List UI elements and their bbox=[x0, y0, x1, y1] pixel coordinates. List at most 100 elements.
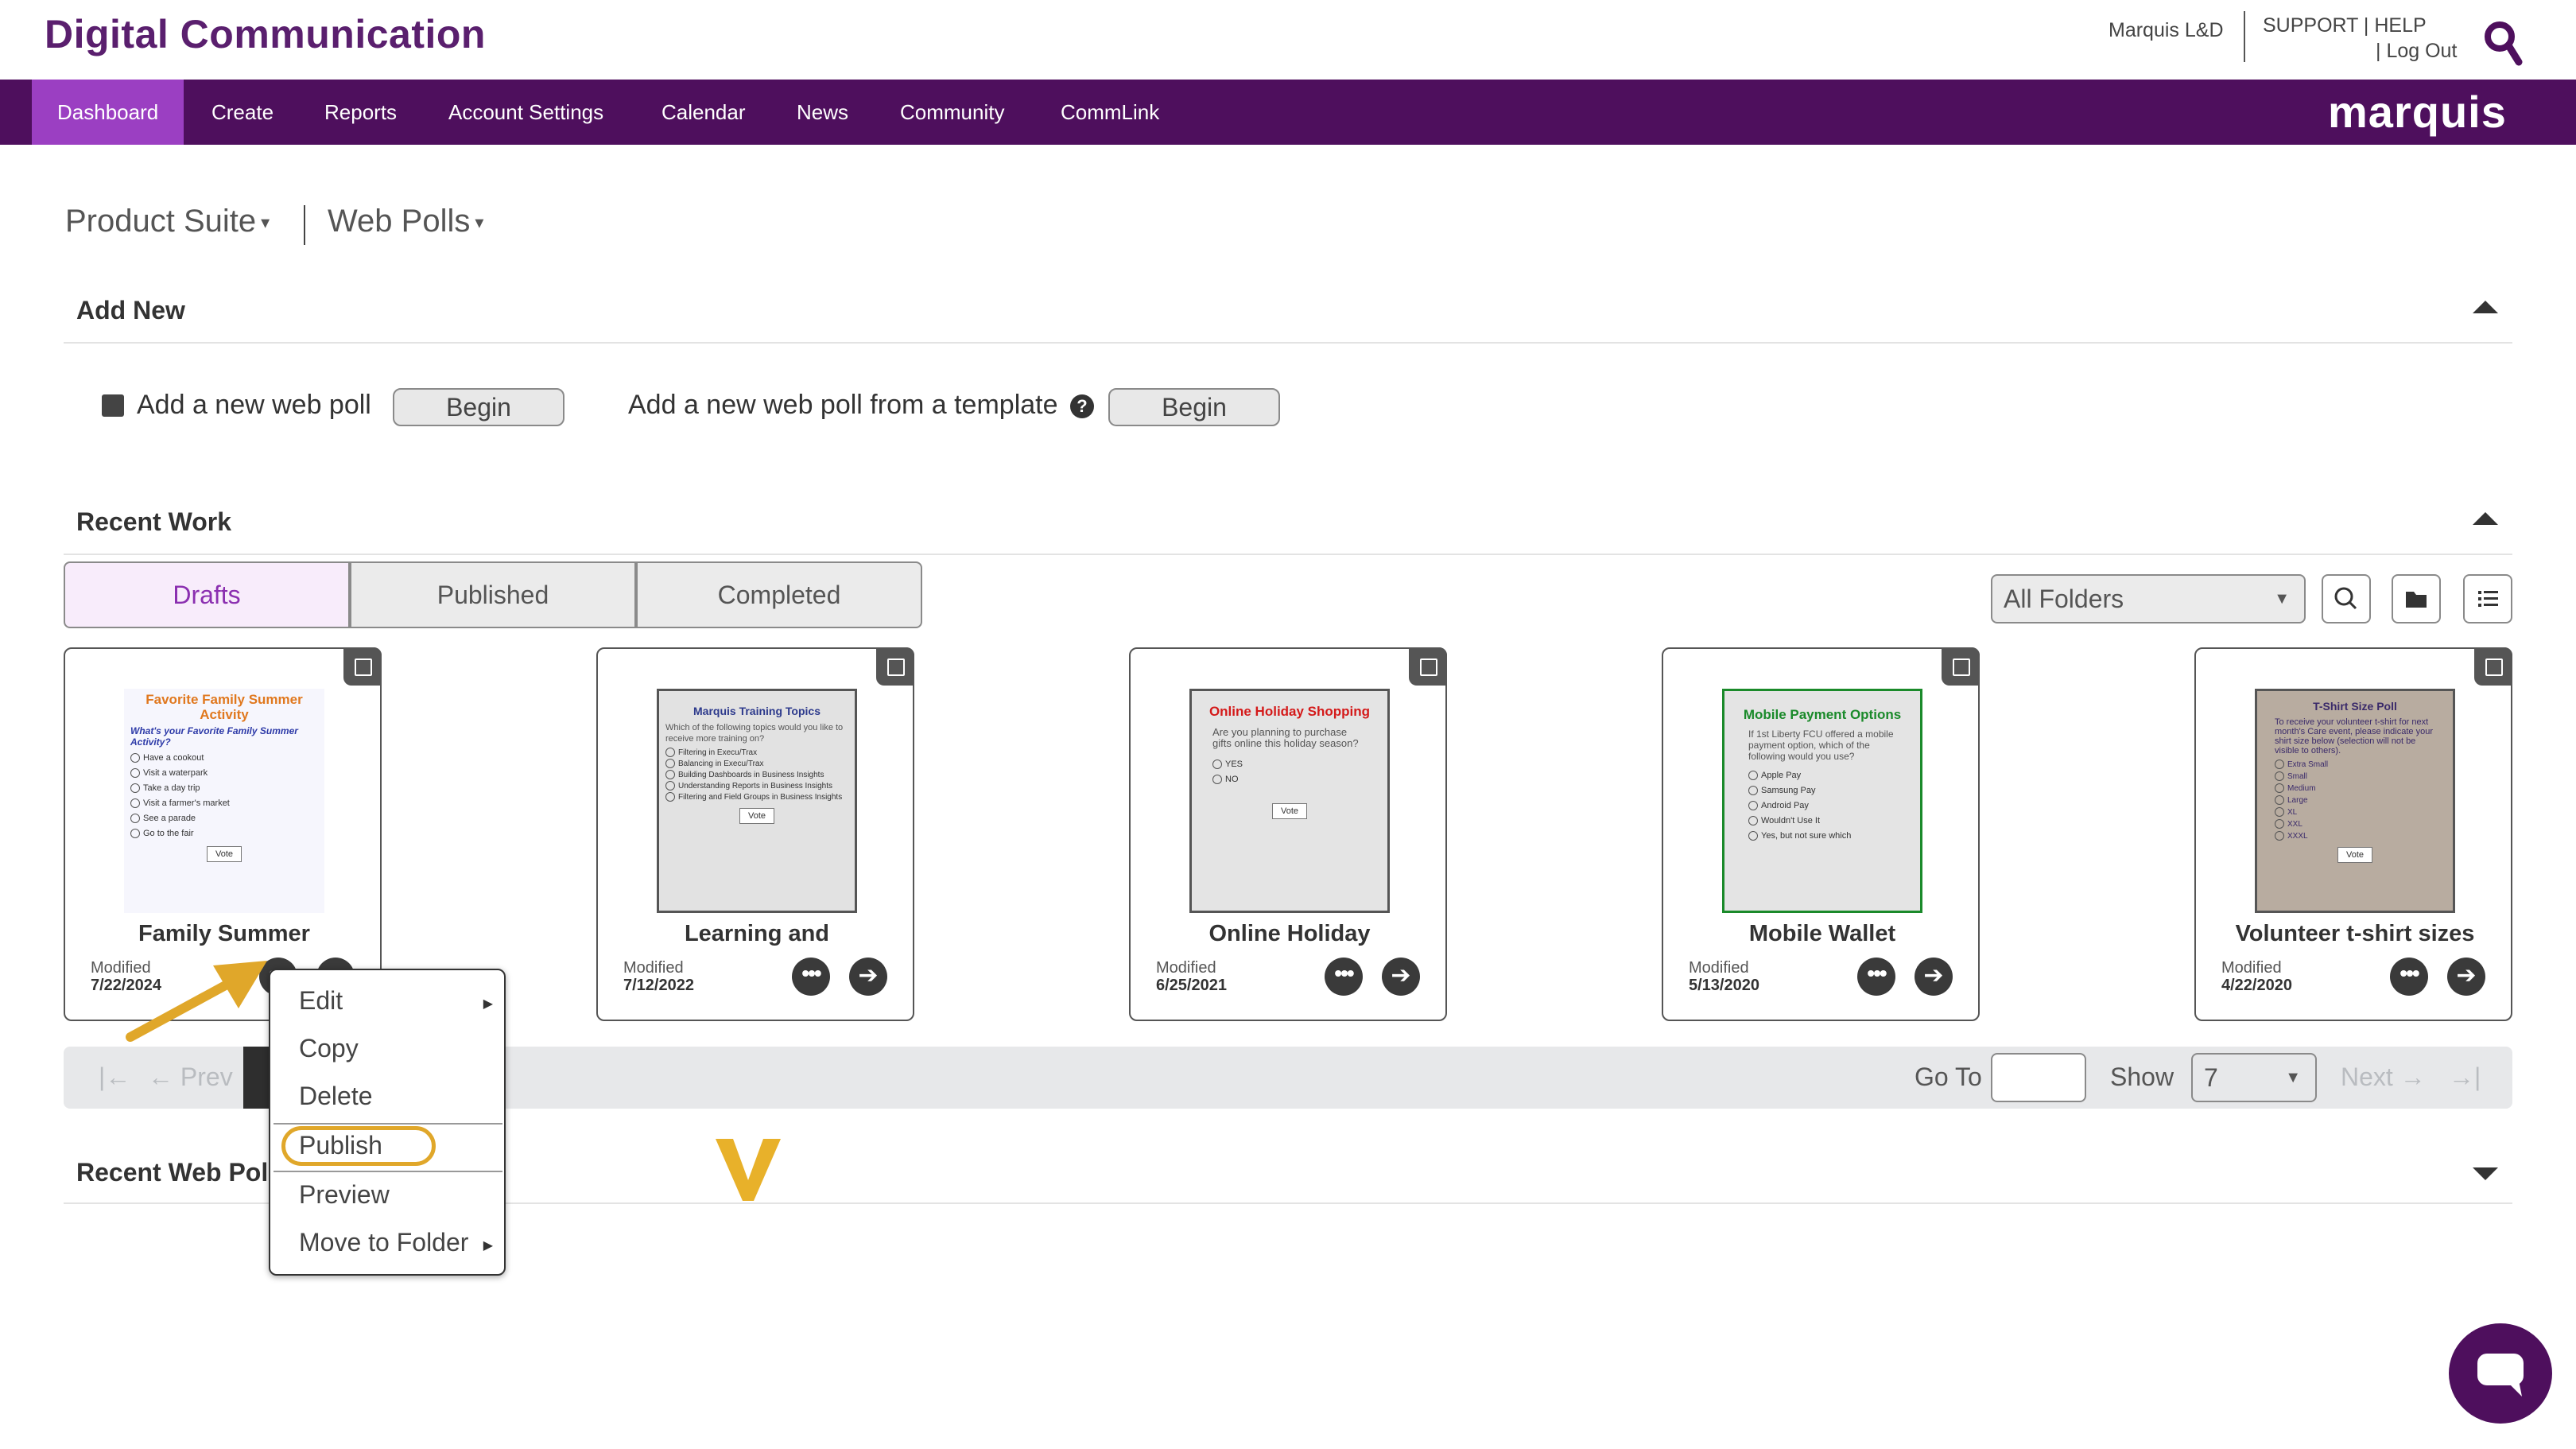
header-links: SUPPORT | HELP | Log Out bbox=[2263, 13, 2457, 64]
collapse-recent-work-icon[interactable] bbox=[2471, 509, 2500, 528]
page-size-select[interactable]: 7 ▼ bbox=[2191, 1053, 2317, 1102]
tab-completed[interactable]: Completed bbox=[636, 561, 922, 628]
thumb-option: Take a day trip bbox=[124, 781, 324, 796]
submenu-arrow-icon: ▶ bbox=[483, 997, 493, 1011]
card-context-menu: Edit ▶ Copy Delete Publish Preview Move … bbox=[269, 969, 506, 1276]
poll-card[interactable]: T-Shirt Size Poll To receive your volunt… bbox=[2194, 647, 2512, 1021]
first-page-button[interactable]: |← bbox=[99, 1062, 130, 1092]
card-title: Online Holiday bbox=[1208, 921, 1371, 946]
nav-commlink[interactable]: CommLink bbox=[1035, 80, 1185, 145]
thumb-option: XXXL bbox=[2257, 830, 2453, 842]
stats-icon[interactable] bbox=[876, 647, 914, 686]
expand-recent-web-polls-icon[interactable] bbox=[2471, 1164, 2500, 1183]
more-options-button[interactable]: ••• bbox=[1325, 958, 1363, 996]
poll-card[interactable]: Marquis Training Topics Which of the fol… bbox=[596, 647, 914, 1021]
thumb-option: Balancing in Execu/Trax bbox=[659, 759, 855, 770]
nav-news[interactable]: News bbox=[771, 80, 874, 145]
nav-calendar[interactable]: Calendar bbox=[636, 80, 771, 145]
poll-thumbnail: Marquis Training Topics Which of the fol… bbox=[657, 689, 857, 913]
stats-icon[interactable] bbox=[343, 647, 382, 686]
thumb-option: Medium bbox=[2257, 783, 2453, 794]
goto-page-input[interactable] bbox=[1991, 1053, 2086, 1102]
add-new-poll-label: Add a new web poll bbox=[137, 390, 371, 420]
modified-label: Modified bbox=[1689, 959, 1749, 977]
more-options-button[interactable]: ••• bbox=[1857, 958, 1895, 996]
stats-icon[interactable] bbox=[1409, 647, 1447, 686]
caret-down-icon: ▾ bbox=[261, 212, 270, 233]
chat-icon[interactable] bbox=[2449, 1323, 2552, 1424]
collapse-add-new-icon[interactable] bbox=[2471, 297, 2500, 317]
more-options-button[interactable]: ••• bbox=[792, 958, 830, 996]
search-works-button[interactable] bbox=[2322, 574, 2371, 623]
card-title: Volunteer t-shirt sizes bbox=[2235, 921, 2475, 946]
open-arrow-button[interactable]: ➔ bbox=[1382, 958, 1420, 996]
thumb-option: Filtering in Execu/Trax bbox=[659, 748, 855, 759]
help-link[interactable]: HELP bbox=[2374, 14, 2426, 37]
next-page-button[interactable]: Next → bbox=[2341, 1062, 2426, 1092]
web-polls-dropdown[interactable]: Web Polls ▾ bbox=[328, 204, 483, 239]
thumb-question: Are you planning to purchase gifts onlin… bbox=[1212, 726, 1359, 749]
nav-community[interactable]: Community bbox=[875, 80, 1030, 145]
thumb-option: Visit a farmer's market bbox=[124, 796, 324, 811]
thumb-option: Extra Small bbox=[2257, 759, 2453, 771]
nav-reports[interactable]: Reports bbox=[299, 80, 422, 145]
modified-date: 7/12/2022 bbox=[623, 977, 694, 994]
open-arrow-button[interactable]: ➔ bbox=[2447, 958, 2485, 996]
marquis-logo[interactable]: marquis bbox=[2328, 86, 2507, 138]
folder-filter-select[interactable]: All Folders ▼ bbox=[1991, 574, 2306, 623]
help-icon[interactable]: ? bbox=[1070, 394, 1094, 418]
poll-card[interactable]: Mobile Payment Options If 1st Liberty FC… bbox=[1662, 647, 1980, 1021]
top-header: Digital Communication Marquis L&D SUPPOR… bbox=[0, 0, 2576, 80]
page-indicator[interactable] bbox=[243, 1047, 272, 1109]
menu-item-preview[interactable]: Preview bbox=[299, 1180, 390, 1210]
thumb-vote-button: Vote bbox=[1272, 803, 1307, 819]
last-page-button[interactable]: →| bbox=[2449, 1062, 2481, 1092]
tab-published[interactable]: Published bbox=[350, 561, 636, 628]
nav-account-settings[interactable]: Account Settings bbox=[423, 80, 629, 145]
card-title: Family Summer bbox=[138, 921, 310, 946]
logout-link[interactable]: Log Out bbox=[2386, 40, 2457, 62]
menu-item-edit[interactable]: Edit bbox=[299, 986, 343, 1016]
open-arrow-button[interactable]: ➔ bbox=[1915, 958, 1953, 996]
tab-drafts[interactable]: Drafts bbox=[64, 561, 350, 628]
thumb-option: Filtering and Field Groups in Business I… bbox=[659, 792, 855, 803]
modified-label: Modified bbox=[2221, 959, 2282, 977]
open-arrow-button[interactable]: ➔ bbox=[849, 958, 887, 996]
poll-card[interactable]: Online Holiday Shopping Are you planning… bbox=[1129, 647, 1447, 1021]
show-label: Show bbox=[2110, 1062, 2174, 1091]
menu-item-move-to-folder[interactable]: Move to Folder bbox=[299, 1228, 468, 1257]
list-view-button[interactable] bbox=[2463, 574, 2512, 623]
folder-view-button[interactable] bbox=[2392, 574, 2441, 623]
thumb-option: Yes, but not sure which bbox=[1724, 829, 1920, 844]
nav-dashboard[interactable]: Dashboard bbox=[32, 80, 184, 145]
thumb-title: Marquis Training Topics bbox=[693, 705, 821, 717]
v-mark-annotation bbox=[714, 1132, 782, 1204]
stats-icon[interactable] bbox=[1942, 647, 1980, 686]
stats-icon[interactable] bbox=[2474, 647, 2512, 686]
nav-create[interactable]: Create bbox=[186, 80, 299, 145]
menu-item-copy[interactable]: Copy bbox=[299, 1034, 359, 1063]
search-icon[interactable] bbox=[2484, 21, 2524, 68]
user-name[interactable]: Marquis L&D bbox=[2109, 19, 2224, 42]
begin-template-button[interactable]: Begin bbox=[1108, 388, 1280, 426]
breadcrumb-section: Web Polls bbox=[328, 204, 471, 239]
thumb-option: Wouldn't Use It bbox=[1724, 814, 1920, 829]
prev-page-button[interactable]: ← Prev bbox=[148, 1062, 233, 1092]
thumb-option: Building Dashboards in Business Insights bbox=[659, 770, 855, 781]
begin-new-poll-button[interactable]: Begin bbox=[393, 388, 564, 426]
menu-item-delete[interactable]: Delete bbox=[299, 1082, 373, 1111]
support-link[interactable]: SUPPORT bbox=[2263, 14, 2358, 37]
product-suite-dropdown[interactable]: Product Suite ▾ bbox=[65, 204, 270, 239]
thumb-title: Online Holiday Shopping bbox=[1208, 704, 1371, 719]
thumb-option: Go to the fair bbox=[124, 826, 324, 841]
add-new-title: Add New bbox=[76, 296, 185, 324]
thumb-question: Which of the following topics would you … bbox=[665, 723, 844, 744]
card-title: Learning and bbox=[684, 921, 830, 946]
thumb-question: If 1st Liberty FCU offered a mobile paym… bbox=[1748, 728, 1894, 762]
menu-separator bbox=[274, 1171, 502, 1172]
dropdown-arrow-icon: ▼ bbox=[2285, 1069, 2301, 1086]
thumb-option: See a parade bbox=[124, 811, 324, 826]
publish-highlight-annotation bbox=[281, 1126, 436, 1166]
header-divider bbox=[2244, 11, 2245, 62]
more-options-button[interactable]: ••• bbox=[2390, 958, 2428, 996]
